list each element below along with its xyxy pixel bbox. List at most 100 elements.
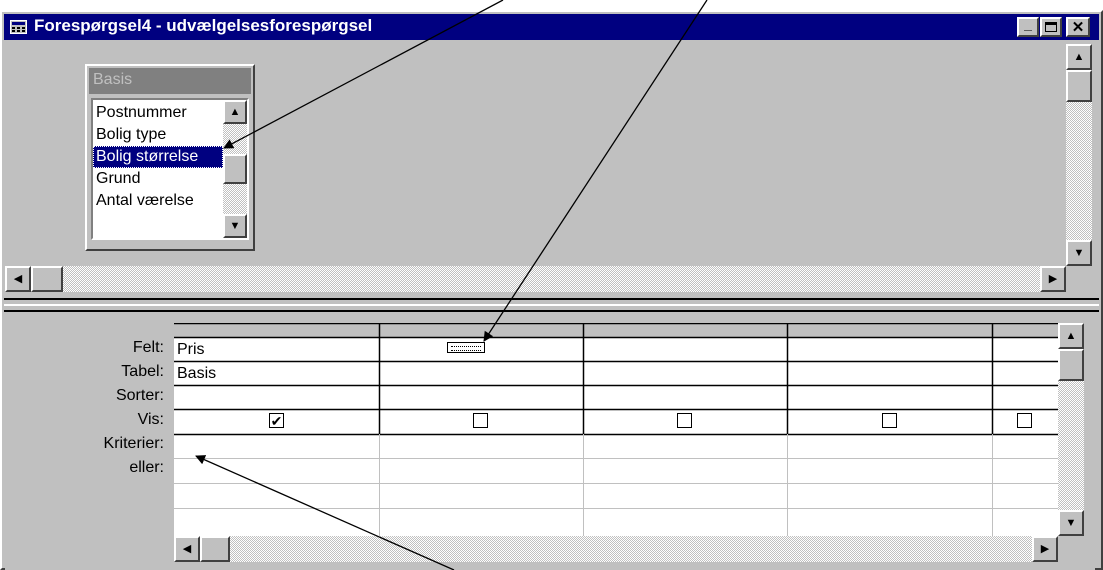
scroll-up-icon: ▲: [1073, 50, 1085, 63]
field-items: Postnummer Bolig type Bolig størrelse Grund…: [93, 102, 223, 212]
grid-cell-or[interactable]: [787, 458, 992, 483]
grid-cell-criteria[interactable]: [583, 434, 787, 458]
maximize-icon: [1045, 22, 1057, 32]
field-list-item[interactable]: Grund: [93, 168, 223, 190]
table-pane-vscroll-thumb[interactable]: [1066, 70, 1092, 102]
grid-scroll-left-button[interactable]: ◀: [174, 536, 200, 562]
window-title: Forespørgsel4 - udvælgelsesforespørgsel: [34, 16, 373, 35]
scroll-down-icon: ▼: [229, 219, 241, 232]
grid-cell-sorter[interactable]: [995, 387, 1055, 409]
field-list-scrollbar[interactable]: ▲ ▼: [223, 100, 247, 238]
minimize-button[interactable]: _: [1017, 16, 1039, 37]
grid-vscrollbar[interactable]: ▲ ▼: [1058, 323, 1084, 536]
show-checkbox[interactable]: [473, 413, 488, 428]
grid-cell-or[interactable]: [992, 508, 1058, 536]
maximize-button[interactable]: [1040, 17, 1062, 37]
table-pane-vscrollbar[interactable]: ▲ ▼: [1066, 44, 1092, 266]
table-field-list-title[interactable]: Basis: [89, 68, 251, 94]
table-pane-hscrollbar[interactable]: ◀ ▶: [5, 266, 1066, 292]
scroll-up-icon: ▲: [229, 105, 241, 118]
grid-cell-or[interactable]: [379, 508, 583, 536]
grid-cell-or[interactable]: [992, 483, 1058, 508]
grid-row-label: eller:: [129, 459, 164, 476]
grid-cell-sorter[interactable]: [586, 387, 784, 409]
field-list-scroll-up-button[interactable]: ▲: [223, 100, 247, 124]
table-field-list[interactable]: Basis Postnummer Bolig type Bolig størrels…: [85, 64, 255, 251]
grid-cell-tabel[interactable]: [382, 363, 580, 385]
field-list-scroll-thumb[interactable]: [223, 154, 247, 184]
scrollbar-corner: [1066, 266, 1092, 292]
table-pane-scroll-left-button[interactable]: ◀: [5, 266, 31, 292]
grid-cell-sorter[interactable]: [790, 387, 989, 409]
grid-row-label: Tabel:: [121, 363, 164, 380]
grid-cell-or[interactable]: [992, 458, 1058, 483]
grid-cell-criteria[interactable]: [174, 434, 379, 458]
field-drop-cursor-icon: [447, 342, 485, 353]
grid-scroll-up-button[interactable]: ▲: [1058, 323, 1084, 349]
grid-scroll-right-button[interactable]: ▶: [1032, 536, 1058, 562]
grid-hscrollbar[interactable]: ◀ ▶: [174, 536, 1058, 562]
close-button[interactable]: ✕: [1066, 17, 1090, 37]
table-pane-scroll-up-button[interactable]: ▲: [1066, 44, 1092, 70]
field-list-item[interactable]: Antal værelse: [93, 190, 223, 212]
grid-cell-or[interactable]: [787, 508, 992, 536]
grid-cell-or[interactable]: [379, 483, 583, 508]
grid-hscroll-thumb[interactable]: [200, 536, 230, 562]
close-icon: ✕: [1071, 19, 1085, 36]
grid-cell-tabel[interactable]: [586, 363, 784, 385]
grid-cell-or[interactable]: [174, 483, 379, 508]
grid-cell-or[interactable]: [379, 458, 583, 483]
grid-cell-or[interactable]: [787, 483, 992, 508]
grid-cell-criteria[interactable]: [992, 434, 1058, 458]
column-selector[interactable]: [787, 323, 992, 337]
column-selector[interactable]: [174, 323, 379, 337]
grid-cell-or[interactable]: [583, 483, 787, 508]
column-selector[interactable]: [379, 323, 583, 337]
scroll-down-icon: ▼: [1073, 246, 1085, 259]
minimize-icon: _: [1024, 16, 1032, 32]
grid-row-label: Kriterier:: [103, 435, 164, 452]
grid-cell-felt[interactable]: [586, 339, 784, 361]
grid-cell-tabel[interactable]: [790, 363, 989, 385]
grid-scroll-down-button[interactable]: ▼: [1058, 510, 1084, 536]
grid-cell-or[interactable]: [583, 508, 787, 536]
show-checkbox[interactable]: ✔: [269, 413, 284, 428]
grid-cells: Pris Basis ✔: [174, 323, 1058, 536]
grid-cell-sorter[interactable]: [382, 387, 580, 409]
pane-splitter[interactable]: [4, 298, 1099, 312]
field-list-item[interactable]: Bolig størrelse: [93, 146, 223, 168]
field-list: Postnummer Bolig type Bolig størrelse Grund…: [91, 98, 249, 240]
grid-cell-criteria[interactable]: [787, 434, 992, 458]
grid-cell-or[interactable]: [174, 508, 379, 536]
grid-cell-felt[interactable]: Pris: [177, 339, 376, 361]
scroll-down-icon: ▼: [1065, 516, 1077, 529]
grid-cell-criteria[interactable]: [379, 434, 583, 458]
column-selector[interactable]: [583, 323, 787, 337]
table-pane-hscroll-thumb[interactable]: [31, 266, 63, 292]
scroll-up-icon: ▲: [1065, 329, 1077, 342]
field-list-scroll-down-button[interactable]: ▼: [223, 214, 247, 238]
table-pane-scroll-down-button[interactable]: ▼: [1066, 240, 1092, 266]
grid-cell-tabel[interactable]: [995, 363, 1055, 385]
show-checkbox[interactable]: [1017, 413, 1032, 428]
grid-cell-tabel[interactable]: Basis: [177, 363, 376, 385]
query-window-icon[interactable]: [10, 20, 27, 34]
table-pane-scroll-right-button[interactable]: ▶: [1040, 266, 1066, 292]
title-bar[interactable]: Forespørgsel4 - udvælgelsesforespørgsel …: [4, 14, 1099, 40]
show-checkbox[interactable]: [677, 413, 692, 428]
grid-row-label: Sorter:: [115, 387, 164, 404]
grid-row-label: Felt:: [132, 339, 164, 356]
field-list-item[interactable]: Bolig type: [93, 124, 223, 146]
grid-cell-sorter[interactable]: [177, 387, 376, 409]
grid-row-label: Vis:: [137, 411, 164, 428]
grid-cell-or[interactable]: [583, 458, 787, 483]
field-list-item[interactable]: Postnummer: [93, 102, 223, 124]
grid-cell-or[interactable]: [174, 458, 379, 483]
grid-cell-felt[interactable]: [790, 339, 989, 361]
scroll-right-icon: ▶: [1040, 542, 1050, 555]
grid-cell-felt[interactable]: [995, 339, 1055, 361]
grid-vscroll-thumb[interactable]: [1058, 349, 1084, 381]
show-checkbox[interactable]: [882, 413, 897, 428]
column-selector[interactable]: [992, 323, 1058, 337]
scroll-left-icon: ◀: [13, 272, 23, 285]
